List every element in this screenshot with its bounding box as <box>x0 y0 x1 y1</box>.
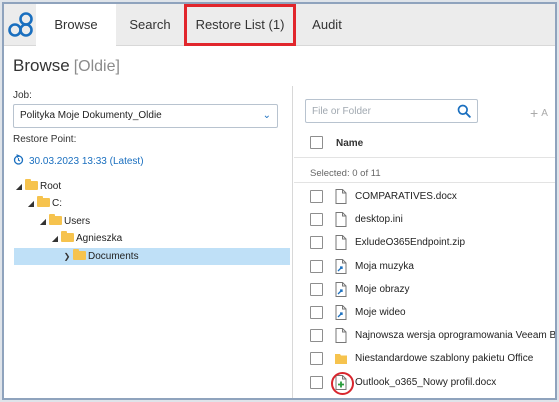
doc-icon <box>335 328 347 344</box>
tab-bar: Browse Search Restore List (1) Audit <box>4 4 555 47</box>
page-subtitle: [Oldie] <box>73 58 120 75</box>
divider <box>294 182 555 183</box>
row-checkbox[interactable] <box>310 282 323 296</box>
tree-node-label: Agnieszka <box>76 233 123 244</box>
shortcut-icon <box>335 281 347 297</box>
search-icon[interactable] <box>457 104 471 118</box>
page-title: Browse [Oldie] <box>13 56 120 76</box>
app-logo-icon <box>8 12 33 37</box>
folder-icon <box>37 196 50 207</box>
tab-audit[interactable]: Audit <box>296 4 358 46</box>
list-item[interactable]: Moje wideo <box>294 302 555 324</box>
chevron-down-icon[interactable]: ◢ <box>14 178 24 195</box>
column-header-name[interactable]: Name <box>336 138 363 149</box>
right-panel: +A Name Selected: 0 of 11 COMPARATIVES.d… <box>294 86 557 398</box>
file-name: Moja muzyka <box>355 260 414 272</box>
tree-node-users[interactable]: ◢ Users <box>38 213 90 230</box>
page-title-text: Browse <box>13 56 70 75</box>
list-item[interactable]: Moje obrazy <box>294 279 555 301</box>
folder-icon <box>25 179 38 190</box>
tree-node-label: Documents <box>88 251 139 262</box>
tree-node-label: Users <box>64 216 91 227</box>
row-checkbox[interactable] <box>310 329 323 343</box>
list-item[interactable]: ExludeO365Endpoint.zip <box>294 232 555 254</box>
tree-node-label: C: <box>52 198 62 209</box>
row-checkbox[interactable] <box>310 352 323 366</box>
folder-icon <box>61 231 74 242</box>
doc-icon <box>335 212 347 228</box>
folder-icon <box>49 214 62 225</box>
tab-restore-list[interactable]: Restore List (1) <box>184 4 296 46</box>
chevron-down-icon[interactable]: ◢ <box>50 230 60 247</box>
list-item[interactable]: COMPARATIVES.docx <box>294 186 555 208</box>
app-window: Browse Search Restore List (1) Audit Bro… <box>2 2 557 400</box>
row-checkbox[interactable] <box>310 375 323 389</box>
add-button-label: A <box>541 108 548 119</box>
chevron-down-icon[interactable]: ◢ <box>26 195 36 212</box>
restore-point-icon <box>13 154 24 165</box>
tree-node-label: Root <box>40 181 62 192</box>
row-checkbox[interactable] <box>310 306 323 319</box>
folder-icon <box>335 354 347 365</box>
file-name: COMPARATIVES.docx <box>355 191 457 202</box>
file-name: ExludeO365Endpoint.zip <box>355 237 466 249</box>
folder-icon <box>73 249 86 260</box>
list-header: Name <box>294 128 555 158</box>
selection-count: Selected: 0 of 11 <box>310 168 381 179</box>
left-panel: Job: Polityka Moje Dokumenty_Oldie ⌄ Res… <box>4 84 290 398</box>
add-button[interactable]: + A <box>530 105 548 121</box>
restore-point-value: 30.03.2023 13:33 (Latest) <box>29 156 144 167</box>
tree-node-documents[interactable]: ❯ Documents <box>14 248 290 265</box>
file-name: Najnowsza wersja oprogramowania Veeam B <box>355 330 557 342</box>
job-label: Job: <box>13 90 32 101</box>
restore-point-label: Restore Point: <box>13 134 77 145</box>
shortcut-icon <box>335 305 347 320</box>
panel-divider[interactable] <box>292 86 293 398</box>
doc-icon <box>335 235 347 251</box>
list-item[interactable]: Niestandardowe szablony pakietu Office <box>294 348 555 370</box>
chevron-right-icon[interactable]: ❯ <box>62 248 72 265</box>
list-item[interactable]: Outlook_o365_Nowy profil.docx <box>294 371 555 395</box>
shortcut-icon <box>335 258 347 274</box>
select-all-checkbox[interactable] <box>310 136 323 149</box>
search-box <box>305 99 478 123</box>
tree-node-c[interactable]: ◢ C: <box>26 195 62 212</box>
row-checkbox[interactable] <box>310 259 323 273</box>
tree-node-root[interactable]: ◢ Root <box>14 178 61 195</box>
chevron-down-icon: ⌄ <box>262 110 271 121</box>
file-name: desktop.ini <box>355 214 403 226</box>
chevron-down-icon[interactable]: ◢ <box>38 213 48 230</box>
plus-icon: + <box>530 105 539 121</box>
file-name: Moje wideo <box>355 307 406 318</box>
tab-browse[interactable]: Browse <box>36 4 116 47</box>
job-select[interactable]: Polityka Moje Dokumenty_Oldie ⌄ <box>13 104 278 128</box>
search-input[interactable] <box>312 101 452 121</box>
row-checkbox[interactable] <box>310 190 323 203</box>
list-item[interactable]: desktop.ini <box>294 209 555 231</box>
job-select-value: Polityka Moje Dokumenty_Oldie <box>20 110 162 121</box>
file-name: Moje obrazy <box>355 283 410 295</box>
list-item[interactable]: Najnowsza wersja oprogramowania Veeam B <box>294 325 557 347</box>
list-item[interactable]: Moja muzyka <box>294 256 555 278</box>
row-checkbox[interactable] <box>310 213 323 227</box>
doc-icon <box>335 189 347 204</box>
file-name: Niestandardowe szablony pakietu Office <box>355 353 534 365</box>
file-name: Outlook_o365_Nowy profil.docx <box>355 376 497 388</box>
tab-search[interactable]: Search <box>116 4 184 46</box>
restore-point-link[interactable]: 30.03.2023 13:33 (Latest) <box>13 154 144 167</box>
highlight-circle <box>331 371 354 395</box>
row-checkbox[interactable] <box>310 236 323 250</box>
tree-node-agnieszka[interactable]: ◢ Agnieszka <box>50 230 122 247</box>
